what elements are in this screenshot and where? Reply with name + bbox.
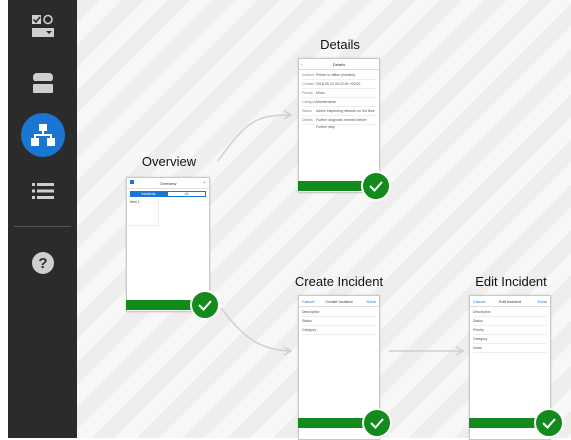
tab-all[interactable]: All [167,191,206,197]
checkmark-icon [198,300,212,311]
checkmark-icon [542,418,556,429]
form-field[interactable]: Description [302,308,376,317]
success-badge [361,171,391,201]
checkmark-icon [369,181,383,192]
sidebar-item-data[interactable] [8,68,77,98]
detail-row: Status Admin inspecting network on 3rd fl… [302,107,376,116]
sidebar-divider [14,226,71,227]
screen-header: Edit Incident [498,298,521,304]
sidebar-item-list[interactable] [8,176,77,206]
detail-row-extra: Further step [316,125,335,129]
checkmark-icon [370,418,384,429]
detail-rows: Incident Printer is offline (incident) Cr… [299,70,379,130]
list-item[interactable]: Item 1 [127,199,159,226]
menu-icon [130,180,134,184]
checkbox-radio-icon [31,14,54,37]
connector-overview-details [217,114,292,162]
form-field[interactable]: Notes [473,344,547,353]
screen-header: Overview [159,180,177,186]
help-icon: ? [31,252,54,274]
form-field[interactable]: Status [473,317,547,326]
sidebar: ? [8,0,77,438]
add-icon: + [203,180,206,186]
form-field[interactable]: Description [473,308,547,317]
form-field[interactable]: Status [302,317,376,326]
status-bar-details [298,181,370,191]
detail-row: Created 2018-05-10 09:22:45 +00:00 [302,80,376,89]
sidebar-item-flow[interactable] [21,113,65,157]
tab-incidents[interactable]: Incidents [130,191,167,197]
form-field[interactable]: Priority [473,326,547,335]
success-badge [190,290,220,320]
success-badge [362,408,392,438]
tab-bar: Incidents All [130,191,206,197]
form-fields: Description Status Priority Category Not… [470,307,550,354]
detail-row: Category Maintenance [302,98,376,107]
cancel-link[interactable]: Cancel [473,299,485,304]
back-icon: ‹ [301,61,303,67]
database-icon [32,73,53,93]
flow-canvas[interactable]: Overview Overview + Incidents All Item 1… [77,0,571,440]
screen-title-edit-incident: Edit Incident [475,274,547,289]
detail-row: Priority Minor [302,89,376,98]
done-link[interactable]: Done [366,299,376,304]
sitemap-icon [31,124,55,146]
status-bar-overview [126,300,199,310]
svg-text:?: ? [38,255,47,272]
screen-title-details: Details [320,37,360,52]
list-icon [31,183,54,199]
status-bar-create-incident [298,418,370,428]
success-badge [534,408,564,438]
screen-header: Create Incident [325,298,353,304]
sidebar-item-help[interactable]: ? [8,248,77,278]
cancel-link[interactable]: Cancel [302,299,314,304]
detail-row: Incident Printer is offline (incident) [302,71,376,80]
form-field[interactable]: Category [473,335,547,344]
screen-header: Details [332,61,346,67]
done-link[interactable]: Done [537,299,547,304]
detail-row: Details Further diagnosis needed before [302,116,376,125]
sidebar-item-controls[interactable] [8,10,77,42]
screen-title-create-incident: Create Incident [294,274,384,289]
connector-overview-create [220,307,292,352]
status-bar-edit-incident [469,418,541,428]
form-fields: Description Status Category [299,307,379,336]
form-field[interactable]: Category [302,326,376,335]
screen-title-overview: Overview [141,154,197,169]
